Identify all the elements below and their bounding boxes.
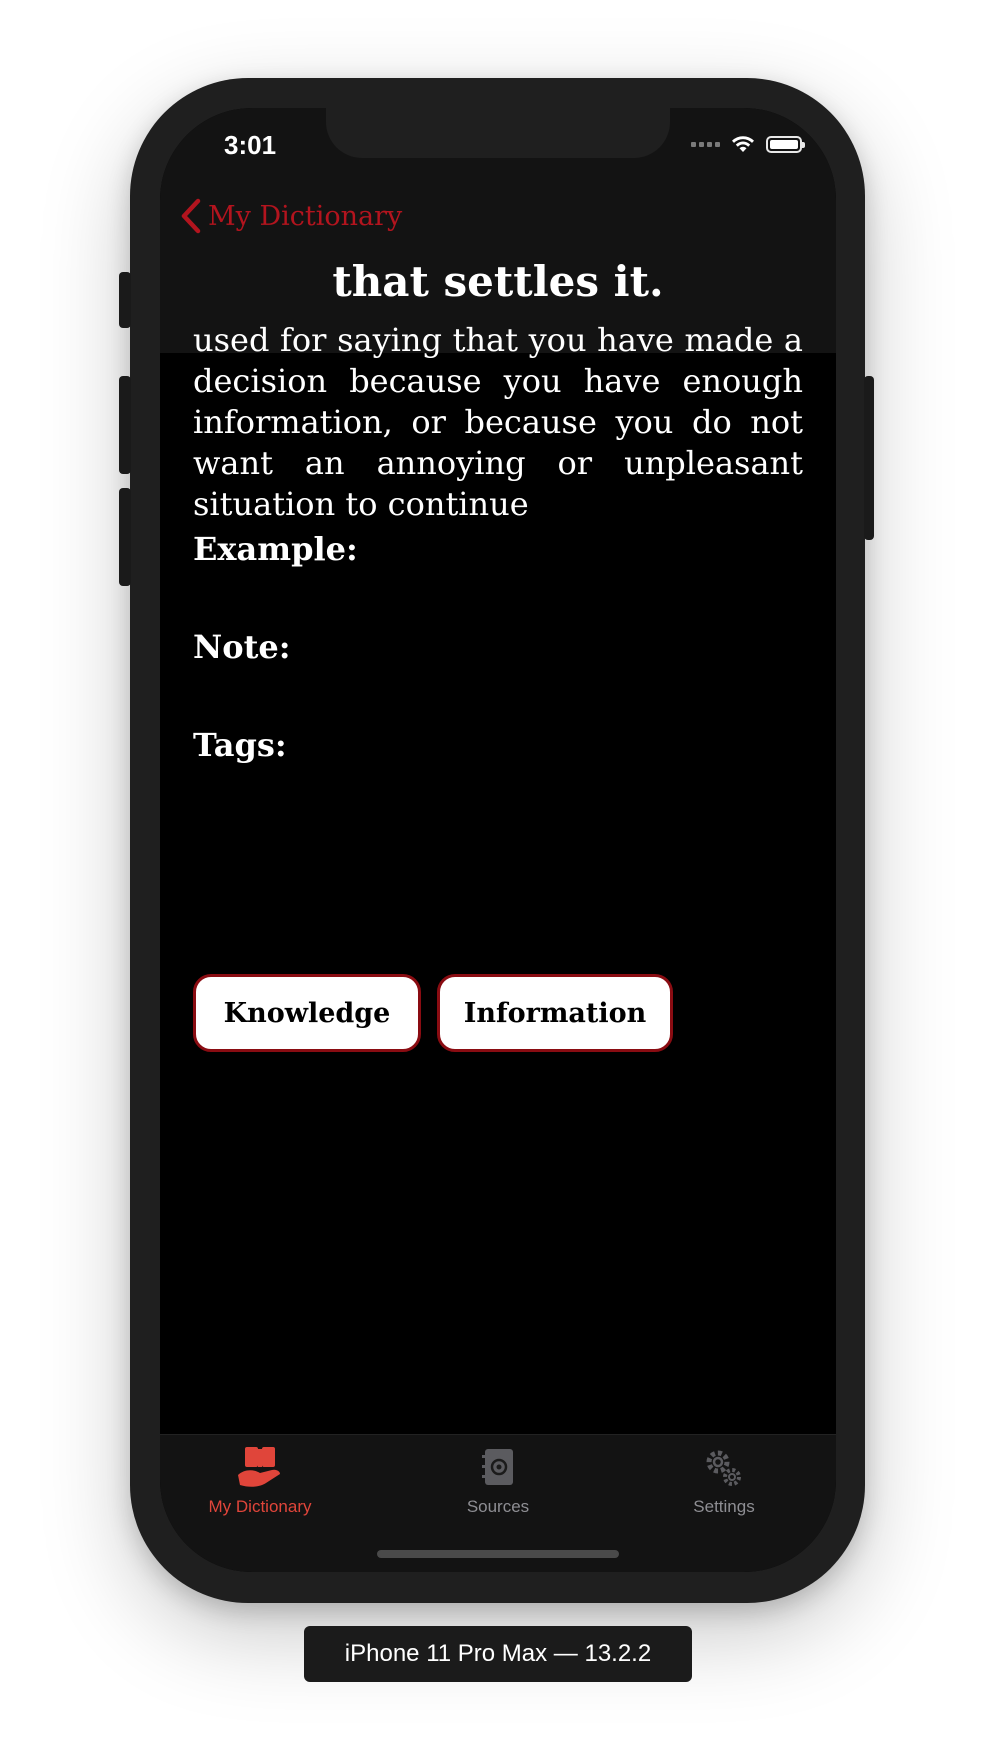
- power-button: [864, 376, 874, 540]
- example-label: Example:: [193, 530, 358, 568]
- home-indicator[interactable]: [377, 1550, 619, 1558]
- tab-sources[interactable]: Sources: [398, 1445, 598, 1517]
- volume-up-button: [119, 376, 131, 474]
- back-button-label: My Dictionary: [208, 200, 403, 232]
- gears-icon: [706, 1450, 741, 1486]
- device-label: iPhone 11 Pro Max — 13.2.2: [304, 1626, 692, 1682]
- hand-book-icon: [238, 1447, 280, 1487]
- tab-my-dictionary[interactable]: My Dictionary: [160, 1445, 360, 1517]
- tag-list: Knowledge Information: [193, 974, 673, 1052]
- tab-label-my-dictionary: My Dictionary: [208, 1497, 312, 1516]
- note-label: Note:: [193, 628, 291, 666]
- tag-chip-knowledge[interactable]: Knowledge: [193, 974, 421, 1052]
- address-book-icon: [482, 1449, 513, 1485]
- notch: [326, 108, 670, 158]
- volume-down-button: [119, 488, 131, 586]
- tab-label-settings: Settings: [693, 1497, 755, 1516]
- screen: 3:01 My Dictionary that settles it. used…: [160, 108, 836, 1572]
- mute-switch: [119, 272, 131, 328]
- tab-settings[interactable]: Settings: [624, 1445, 824, 1517]
- cellular-signal-icon: [691, 141, 720, 147]
- battery-icon: [766, 135, 805, 153]
- tags-label: Tags:: [193, 726, 287, 764]
- status-bar: 3:01: [160, 108, 836, 208]
- entry-term: that settles it.: [332, 257, 664, 306]
- status-time: 3:01: [224, 130, 277, 160]
- wifi-icon: [732, 136, 754, 152]
- back-button[interactable]: My Dictionary: [180, 198, 402, 234]
- status-icons: [691, 134, 805, 154]
- chevron-left-icon: [181, 198, 201, 234]
- tag-chip-information[interactable]: Information: [437, 974, 673, 1052]
- entry-definition: used for saying that you have made a dec…: [193, 321, 803, 523]
- tab-label-sources: Sources: [466, 1497, 530, 1516]
